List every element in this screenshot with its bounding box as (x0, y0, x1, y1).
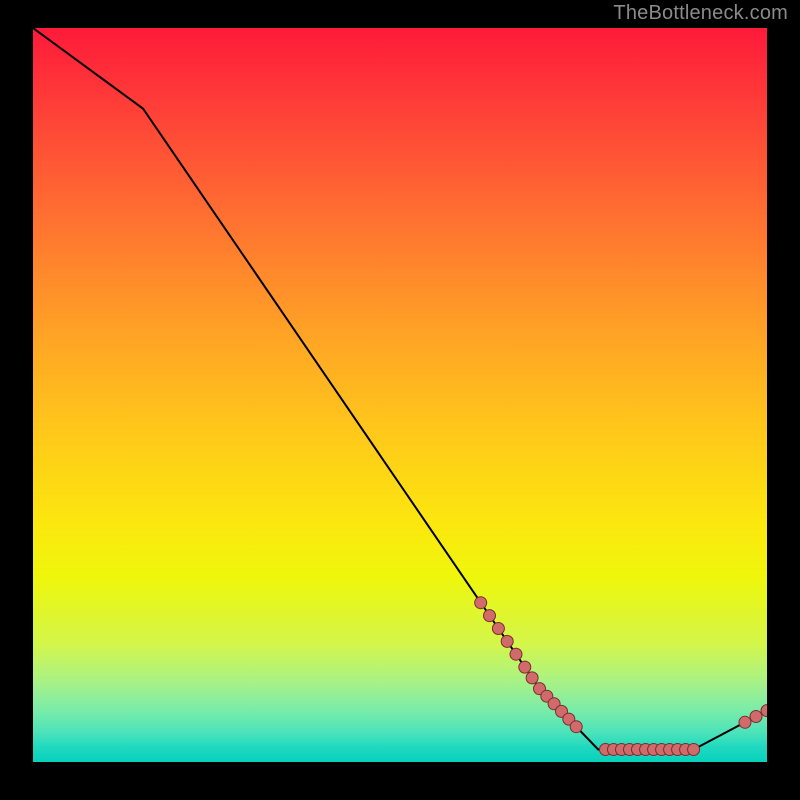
data-marker (501, 635, 513, 647)
data-marker (570, 721, 582, 733)
data-marker (510, 648, 522, 660)
data-marker (688, 744, 700, 756)
data-marker (750, 711, 762, 723)
plot-area (33, 28, 767, 762)
data-line (33, 28, 767, 750)
chart-container: TheBottleneck.com (0, 0, 800, 800)
data-marker (484, 610, 496, 622)
data-marker (492, 623, 504, 635)
chart-svg (33, 28, 767, 762)
data-markers (475, 597, 767, 756)
data-marker (526, 672, 538, 684)
data-marker (519, 661, 531, 673)
data-marker (475, 597, 487, 609)
attribution-label: TheBottleneck.com (613, 2, 788, 25)
data-marker (739, 716, 751, 728)
